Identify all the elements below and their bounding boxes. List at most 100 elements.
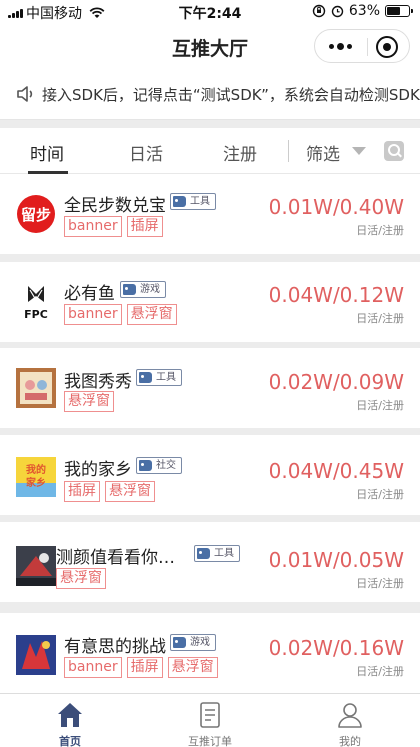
capsule-divider bbox=[367, 38, 368, 56]
tabbar-label: 互推订单 bbox=[188, 735, 232, 747]
app-card[interactable]: 有意思的挑战 游戏 banner 插屏 悬浮窗 0.02W/0.16W 日活/注… bbox=[0, 613, 420, 693]
price-caption: 日活/注册 bbox=[356, 488, 404, 501]
tag-icon bbox=[173, 637, 186, 648]
orientation-lock-icon bbox=[312, 4, 326, 18]
type-tags: banner 插屏 悬浮窗 bbox=[64, 657, 218, 678]
category-label: 游戏 bbox=[140, 284, 160, 295]
notice-banner[interactable]: 接入SDK后，记得点击“测试SDK”，系统会自动检测SDK是否接入成功 bbox=[0, 68, 420, 120]
type-tags: 插屏 悬浮窗 bbox=[64, 481, 155, 502]
type-tag: 悬浮窗 bbox=[167, 657, 218, 678]
category-badge: 游戏 bbox=[170, 634, 216, 651]
app-card[interactable]: FPC 必有鱼 游戏 banner 悬浮窗 0.04W/0.12W 日活/注册 bbox=[0, 262, 420, 342]
tabbar-orders[interactable]: 互推订单 bbox=[140, 694, 280, 747]
app-icon-hometown: 我的 家乡 bbox=[16, 457, 56, 497]
tabbar-label: 我的 bbox=[339, 735, 361, 747]
price-value: 0.01W/0.05W bbox=[268, 548, 404, 572]
category-badge: 工具 bbox=[136, 369, 182, 386]
app-name: 有意思的挑战 bbox=[64, 637, 166, 657]
type-tag: 插屏 bbox=[126, 216, 163, 237]
tag-icon bbox=[123, 284, 136, 295]
type-tag: 悬浮窗 bbox=[64, 391, 114, 412]
alarm-icon bbox=[331, 5, 344, 18]
home-icon bbox=[58, 703, 82, 727]
speaker-icon bbox=[17, 86, 33, 102]
type-tags: 悬浮窗 bbox=[64, 391, 114, 412]
app-card[interactable]: 我的 家乡 我的家乡 社交 插屏 悬浮窗 0.04W/0.45W 日活/注册 bbox=[0, 435, 420, 515]
app-icon-fpc: FPC bbox=[16, 282, 56, 322]
price-caption: 日活/注册 bbox=[356, 665, 404, 678]
battery-percent: 63% bbox=[348, 3, 380, 19]
app-card[interactable]: 我图秀秀 工具 悬浮窗 0.02W/0.09W 日活/注册 bbox=[0, 348, 420, 428]
user-icon bbox=[338, 703, 362, 728]
app-icon-text: FPC bbox=[24, 308, 48, 321]
type-tag: 悬浮窗 bbox=[56, 568, 106, 589]
category-label: 社交 bbox=[156, 460, 176, 471]
price-caption: 日活/注册 bbox=[356, 577, 404, 590]
category-label: 工具 bbox=[156, 372, 176, 383]
search-icon[interactable] bbox=[384, 141, 404, 161]
price-caption: 日活/注册 bbox=[356, 312, 404, 325]
app-card[interactable]: 留步 全民步数兑宝 工具 banner 插屏 0.01W/0.40W 日活/注册 bbox=[0, 174, 420, 254]
tab-register[interactable]: 注册 bbox=[223, 140, 257, 165]
type-tag: banner bbox=[64, 304, 122, 325]
app-icon-challenge bbox=[16, 635, 56, 675]
app-name: 我的家乡 bbox=[64, 460, 132, 480]
type-tag: banner bbox=[64, 216, 122, 237]
type-tags: 悬浮窗 bbox=[56, 568, 106, 589]
tag-icon bbox=[139, 372, 152, 383]
filter-caret-icon[interactable] bbox=[352, 147, 366, 155]
app-icon-text: 家乡 bbox=[26, 476, 46, 489]
close-target-icon[interactable] bbox=[376, 36, 398, 58]
category-badge: 工具 bbox=[194, 545, 240, 562]
app-name: 测颜值看看你… bbox=[56, 548, 175, 568]
type-tag: banner bbox=[64, 657, 122, 678]
price-caption: 日活/注册 bbox=[356, 224, 404, 237]
tag-icon bbox=[139, 460, 152, 471]
category-label: 工具 bbox=[190, 196, 210, 207]
price-value: 0.04W/0.45W bbox=[268, 459, 404, 483]
filter-divider bbox=[288, 140, 289, 162]
nav-bar: 互推大厅 bbox=[0, 24, 420, 68]
type-tags: banner 悬浮窗 bbox=[64, 304, 177, 325]
tabbar-label: 首页 bbox=[59, 735, 81, 747]
app-icon-liubu: 留步 bbox=[17, 195, 55, 233]
tab-filter[interactable]: 筛选 bbox=[306, 140, 340, 165]
category-badge: 社交 bbox=[136, 457, 182, 474]
category-badge: 游戏 bbox=[120, 281, 166, 298]
tabbar-profile[interactable]: 我的 bbox=[280, 694, 420, 747]
app-card[interactable]: 测颜值看看你… 工具 悬浮窗 0.01W/0.05W 日活/注册 bbox=[0, 522, 420, 602]
category-label: 游戏 bbox=[190, 637, 210, 648]
tab-daily-active[interactable]: 日活 bbox=[129, 140, 163, 165]
mini-program-capsule bbox=[314, 29, 410, 63]
price-value: 0.04W/0.12W bbox=[268, 283, 404, 307]
price-value: 0.02W/0.16W bbox=[268, 636, 404, 660]
order-list-icon bbox=[200, 702, 220, 728]
app-icon-photo bbox=[16, 368, 56, 408]
price-caption: 日活/注册 bbox=[356, 399, 404, 412]
app-name: 全民步数兑宝 bbox=[64, 196, 166, 216]
type-tag: 悬浮窗 bbox=[105, 481, 155, 502]
battery-level bbox=[387, 7, 400, 15]
type-tag: 插屏 bbox=[126, 657, 163, 678]
battery-icon bbox=[385, 5, 413, 17]
more-menu-icon[interactable] bbox=[329, 43, 352, 50]
category-label: 工具 bbox=[214, 548, 234, 559]
app-name: 必有鱼 bbox=[64, 284, 115, 304]
type-tag: 插屏 bbox=[64, 481, 100, 502]
price-value: 0.02W/0.09W bbox=[268, 370, 404, 394]
tab-time[interactable]: 时间 bbox=[30, 140, 64, 165]
app-icon-face bbox=[16, 546, 56, 586]
category-badge: 工具 bbox=[170, 193, 216, 210]
tag-icon bbox=[173, 196, 186, 207]
type-tag: 悬浮窗 bbox=[126, 304, 177, 325]
tabbar-home[interactable]: 首页 bbox=[0, 694, 140, 747]
price-value: 0.01W/0.40W bbox=[268, 195, 404, 219]
app-icon-text: 留步 bbox=[21, 206, 51, 224]
app-name: 我图秀秀 bbox=[64, 372, 132, 392]
app-icon-text: 我的 bbox=[26, 463, 46, 476]
filter-bar: 时间 日活 注册 筛选 bbox=[0, 128, 420, 174]
bottom-tab-bar: 首页 互推订单 我的 bbox=[0, 693, 420, 747]
status-bar: 中国移动 下午2:44 63% bbox=[0, 0, 420, 24]
tag-icon bbox=[197, 548, 210, 559]
notice-text: 接入SDK后，记得点击“测试SDK”，系统会自动检测SDK是否接入成功 bbox=[42, 86, 420, 104]
